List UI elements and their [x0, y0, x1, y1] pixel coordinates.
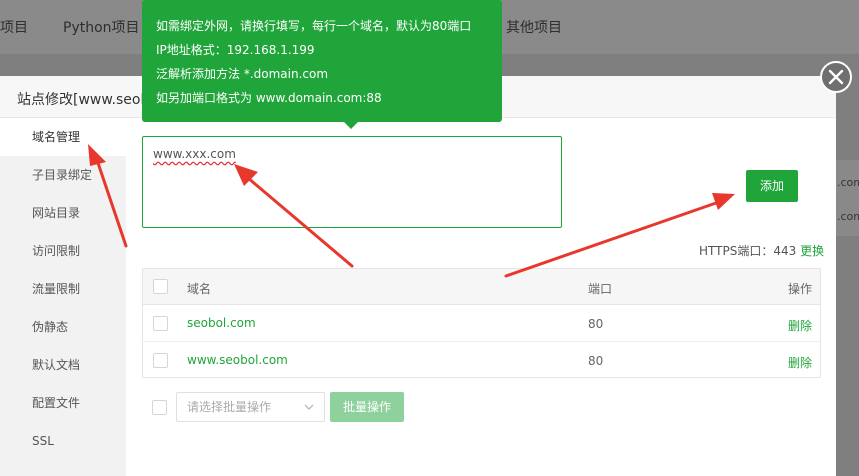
- row-port: 80: [588, 317, 604, 331]
- close-icon: [828, 69, 844, 85]
- select-all-checkbox[interactable]: [153, 279, 168, 294]
- domain-help-tooltip: 如需绑定外网，请换行填写，每行一个域名，默认为80端口 IP地址格式：192.1…: [142, 0, 502, 122]
- bg-tab-other[interactable]: 其他项目: [506, 17, 562, 37]
- domain-input-value: www.xxx.com: [153, 147, 236, 161]
- bulk-select-placeholder: 请选择批量操作: [187, 400, 272, 414]
- dialog-sidebar: 域名管理 子目录绑定 网站目录 访问限制 流量限制 伪静态 默认文档 配置文件 …: [0, 118, 126, 476]
- tooltip-line: 泛解析添加方法 *.domain.com: [156, 67, 329, 81]
- header-port: 端口: [588, 282, 613, 296]
- row-domain: www.seobol.com: [187, 353, 288, 367]
- bg-tab-project[interactable]: 项目: [0, 17, 28, 37]
- header-action: 操作: [788, 282, 813, 296]
- https-port-line: HTTPS端口：443 更换: [699, 242, 824, 259]
- bulk-action-select[interactable]: 请选择批量操作: [176, 392, 325, 422]
- sidebar-item-domain[interactable]: 域名管理: [0, 118, 126, 156]
- sidebar-item-rewrite[interactable]: 伪静态: [0, 308, 126, 346]
- sidebar-item-config[interactable]: 配置文件: [0, 384, 126, 422]
- sidebar-item-subdir[interactable]: 子目录绑定: [0, 156, 126, 194]
- bg-tab-python[interactable]: Python项目: [63, 17, 140, 37]
- table-row: seobol.com 80 删除: [143, 305, 820, 342]
- sidebar-item-traffic[interactable]: 流量限制: [0, 270, 126, 308]
- close-button[interactable]: [820, 61, 852, 93]
- add-button[interactable]: 添加: [746, 170, 798, 202]
- tooltip-line: IP地址格式：192.168.1.199: [156, 43, 315, 57]
- domain-input[interactable]: www.xxx.com: [142, 136, 562, 228]
- table-row: www.seobol.com 80 删除: [143, 342, 820, 379]
- sidebar-item-site-dir[interactable]: 网站目录: [0, 194, 126, 232]
- chevron-down-icon: [304, 404, 314, 410]
- row-port: 80: [588, 354, 604, 368]
- site-edit-dialog: 站点修改[www.seobol 域名管理 子目录绑定 网站目录 访问限制 流量限…: [0, 76, 836, 476]
- sidebar-item-ssl[interactable]: SSL: [0, 422, 126, 460]
- bulk-checkbox[interactable]: [152, 400, 167, 415]
- row-checkbox[interactable]: [153, 353, 168, 368]
- tooltip-line: 如另加端口格式为 www.domain.com:88: [156, 91, 382, 105]
- row-checkbox[interactable]: [153, 316, 168, 331]
- tooltip-line: 如需绑定外网，请换行填写，每行一个域名，默认为80端口: [156, 19, 472, 33]
- delete-link[interactable]: 删除: [788, 317, 812, 334]
- tooltip-pointer: [344, 122, 358, 129]
- table-header: 域名 端口 操作: [143, 269, 820, 305]
- bg-right-fragment: .com: [837, 176, 859, 189]
- sidebar-item-default-doc[interactable]: 默认文档: [0, 346, 126, 384]
- bulk-action-button[interactable]: 批量操作: [330, 392, 404, 422]
- delete-link[interactable]: 删除: [788, 354, 812, 371]
- https-port-label: HTTPS端口：443: [699, 244, 797, 258]
- https-change-link[interactable]: 更换: [800, 244, 824, 258]
- row-domain: seobol.com: [187, 316, 256, 330]
- bg-right-fragment: .com: [837, 210, 859, 223]
- background-right-panel: .com .com: [835, 160, 859, 236]
- domain-table: 域名 端口 操作 seobol.com 80 删除 www.seobol.com…: [142, 268, 821, 378]
- sidebar-item-access[interactable]: 访问限制: [0, 232, 126, 270]
- header-domain: 域名: [187, 282, 212, 296]
